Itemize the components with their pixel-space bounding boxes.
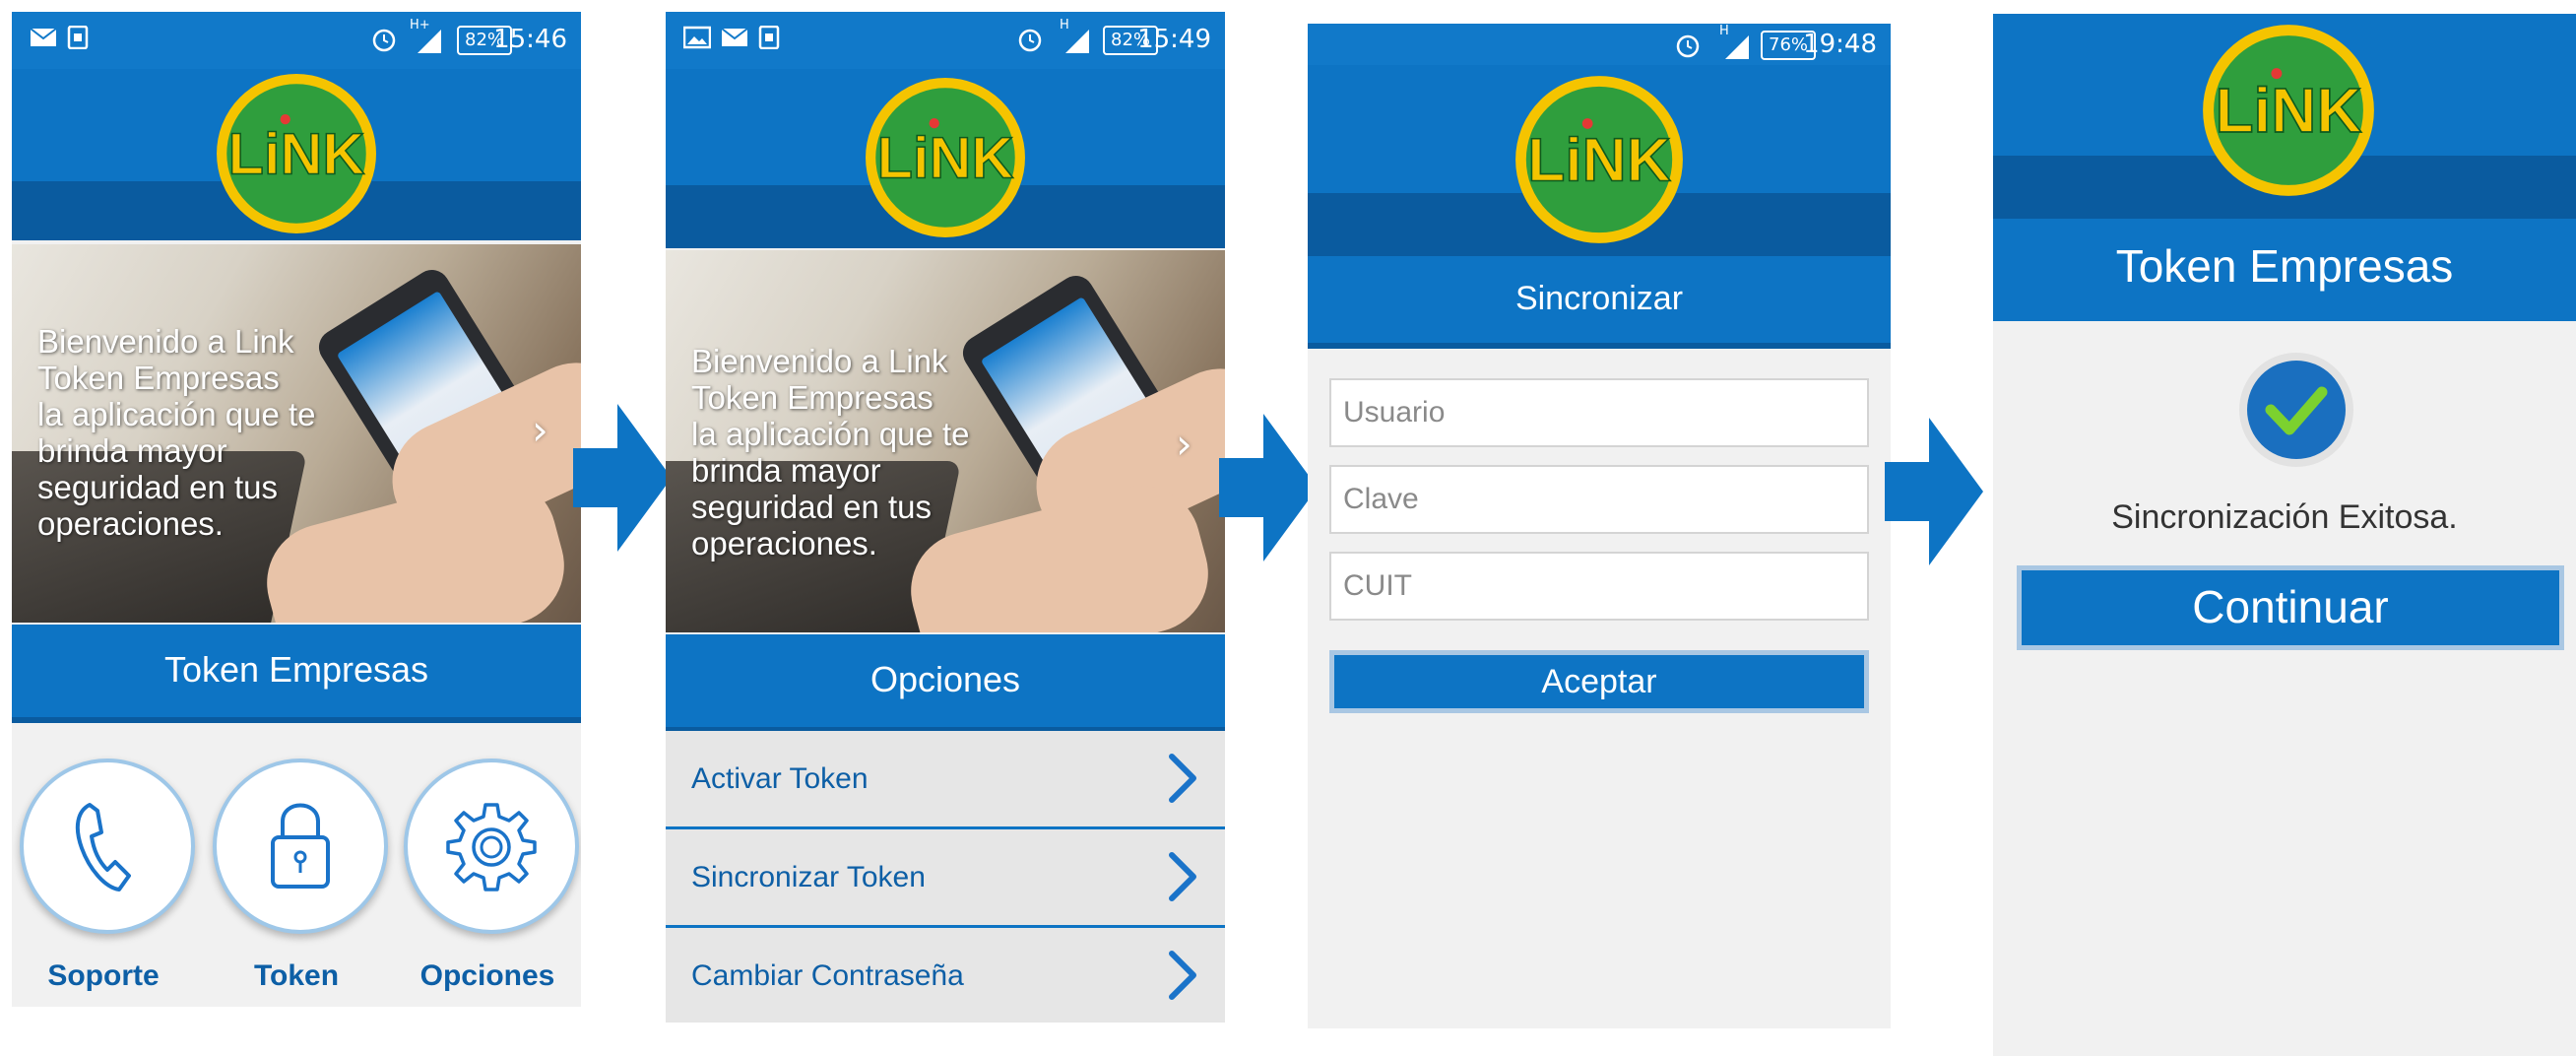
carousel-next-icon[interactable]: › <box>532 406 548 454</box>
status-bar: H+ 82% 15:46 <box>12 12 581 69</box>
continuar-button[interactable]: Continuar <box>2017 565 2564 650</box>
menu-item-sincronizar-token[interactable]: Sincronizar Token <box>666 829 1225 928</box>
link-logo <box>1514 75 1684 244</box>
screen-options: H 82% 15:49 Bienvenido a Link Token Empr… <box>666 12 1225 1023</box>
signal-icon <box>1065 30 1089 53</box>
page-title: Token Empresas <box>12 625 581 723</box>
success-message: Sincronización Exitosa. <box>2111 498 2458 536</box>
opciones-button[interactable] <box>404 759 579 934</box>
soporte-label[interactable]: Soporte <box>12 959 197 993</box>
cuit-input[interactable]: CUIT <box>1329 552 1869 621</box>
clock: 15:46 <box>493 25 567 54</box>
soporte-button[interactable] <box>20 759 195 934</box>
clave-input[interactable]: Clave <box>1329 465 1869 534</box>
chevron-right-icon <box>1164 751 1203 806</box>
signal-icon <box>1725 35 1749 59</box>
page-title: Opciones <box>666 634 1225 733</box>
arrow-right-icon <box>1885 418 1983 565</box>
chevron-right-icon <box>1164 849 1203 904</box>
chevron-right-icon <box>1164 948 1203 1003</box>
link-logo <box>2202 24 2375 197</box>
menu-item-cambiar-contrasena[interactable]: Cambiar Contraseña <box>666 928 1225 1023</box>
menu-item-activar-token[interactable]: Activar Token <box>666 731 1225 829</box>
clock: 19:48 <box>1803 30 1877 59</box>
page-title: Sincronizar <box>1308 256 1891 349</box>
status-bar: H 82% 15:49 <box>666 12 1225 69</box>
token-label[interactable]: Token <box>203 959 390 993</box>
arrow-right-icon <box>573 404 672 552</box>
clock: 15:49 <box>1137 25 1211 54</box>
carousel-next-icon[interactable]: › <box>1176 420 1192 468</box>
link-logo <box>216 73 377 234</box>
sim-icon <box>758 26 780 49</box>
lock-icon <box>271 803 330 889</box>
hero-banner: Bienvenido a Link Token Empresas la apli… <box>666 250 1225 632</box>
signal-icon <box>418 30 441 53</box>
token-button[interactable] <box>213 759 388 934</box>
mail-icon <box>721 28 748 46</box>
check-icon <box>2239 353 2353 467</box>
aceptar-button[interactable]: Aceptar <box>1329 650 1869 713</box>
usuario-input[interactable]: Usuario <box>1329 378 1869 447</box>
phone-icon <box>75 803 131 891</box>
menu-item-label: Cambiar Contraseña <box>691 959 964 992</box>
link-logo <box>865 77 1026 238</box>
welcome-text: Bienvenido a Link Token Empresas la apli… <box>37 323 316 542</box>
sim-icon <box>67 26 89 49</box>
screen-success: Token Empresas Sincronización Exitosa. C… <box>1993 14 2576 1056</box>
mail-icon <box>30 28 57 46</box>
gear-icon <box>446 803 537 891</box>
opciones-label[interactable]: Opciones <box>394 959 581 993</box>
screen-home: H+ 82% 15:46 Bienvenido a Link Token Emp… <box>12 12 581 1007</box>
welcome-text: Bienvenido a Link Token Empresas la apli… <box>691 343 970 561</box>
hero-banner: Bienvenido a Link Token Empresas la apli… <box>12 244 581 623</box>
menu-item-label: Activar Token <box>691 762 869 795</box>
image-icon <box>683 26 711 49</box>
alarm-icon <box>1676 34 1700 58</box>
status-bar: H 76% 19:48 <box>1308 24 1891 65</box>
page-title: Token Empresas <box>1993 219 2576 321</box>
arrow-right-icon <box>1219 414 1318 561</box>
alarm-icon <box>372 29 396 52</box>
menu-item-label: Sincronizar Token <box>691 861 926 893</box>
alarm-icon <box>1018 29 1042 52</box>
screen-sync: H 76% 19:48 Sincronizar Usuario Clave CU… <box>1308 24 1891 1028</box>
